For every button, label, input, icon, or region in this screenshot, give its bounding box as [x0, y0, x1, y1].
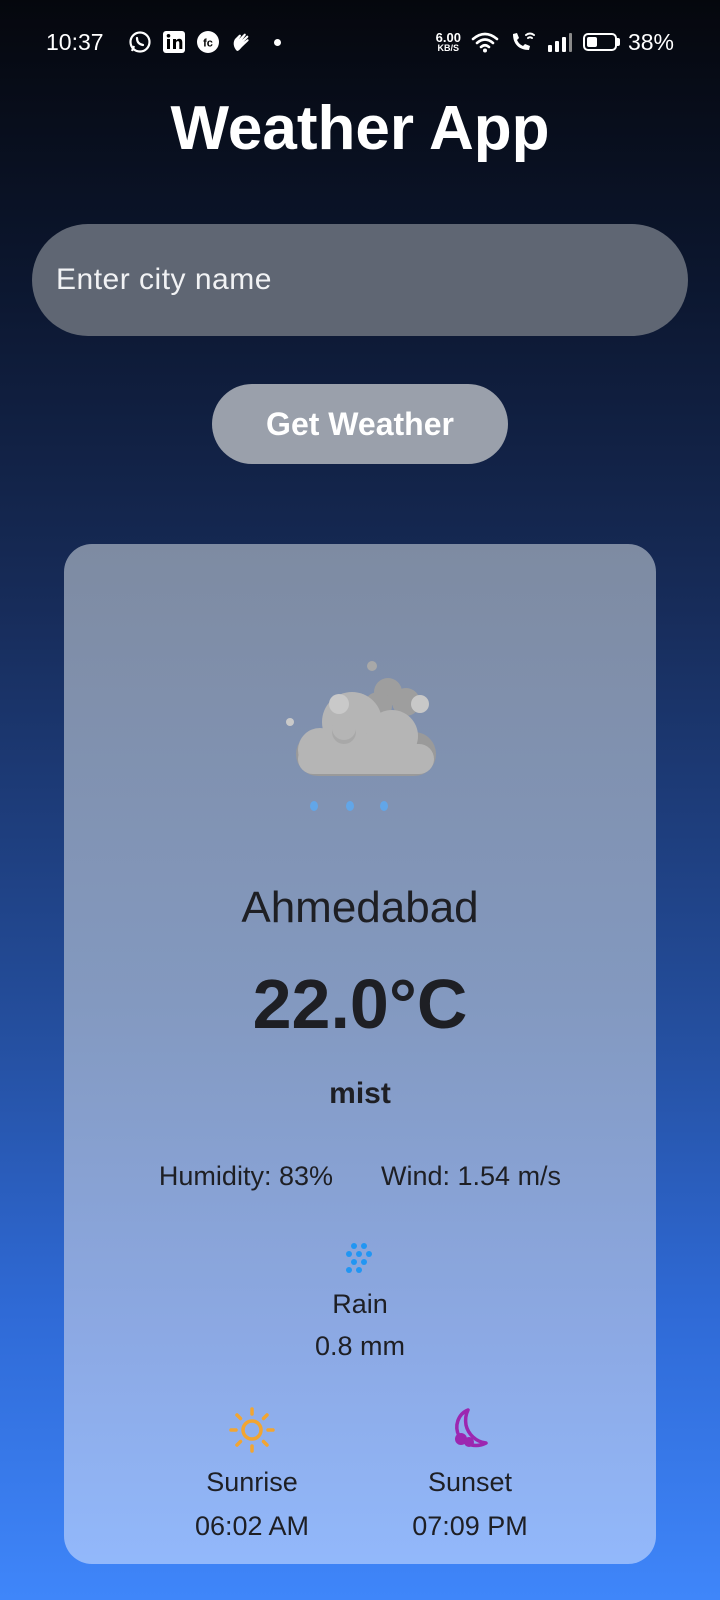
temperature: 22.0°C — [252, 965, 468, 1043]
sunrise-label: Sunrise — [206, 1467, 298, 1497]
status-right: 6.00 KB/S 38% — [436, 29, 674, 56]
svg-text:fc: fc — [203, 38, 213, 50]
net-speed-unit: KB/S — [437, 43, 460, 53]
page-title: Weather App — [170, 94, 550, 163]
city-name: Ahmedabad — [241, 883, 479, 932]
rain-drops-icon — [346, 1243, 372, 1273]
notification-dot — [273, 38, 281, 46]
wifi-calling-icon — [509, 30, 537, 54]
rain-block: Rain 0.8 mm — [64, 1240, 656, 1364]
details-row: Humidity: 83% Wind: 1.54 m/s — [64, 1158, 656, 1194]
sun-icon — [229, 1407, 275, 1453]
battery-icon — [582, 33, 620, 51]
hand-wave-icon — [230, 30, 254, 54]
wifi-icon — [471, 31, 499, 53]
humidity: Humidity: 83% — [158, 1161, 333, 1191]
weather-description: mist — [329, 1077, 391, 1110]
signal-icon — [547, 31, 573, 53]
battery-tip — [616, 38, 620, 46]
linkedin-icon — [162, 30, 186, 54]
battery-percent: 38% — [627, 28, 674, 55]
mist-cloud-icon — [286, 661, 436, 811]
net-speed: 6.00 KB/S — [436, 31, 461, 53]
sunset-time: 07:09 PM — [412, 1511, 528, 1541]
status-bar: 10:37 fc 6.00 KB/S 38% — [0, 0, 720, 84]
sunrise-item: Sunrise 06:02 AM — [142, 1406, 362, 1544]
battery-body — [582, 33, 617, 51]
sunset-item: Sunset 07:09 PM — [360, 1406, 580, 1544]
sunset-label: Sunset — [427, 1467, 513, 1497]
wind: Wind: 1.54 m/s — [381, 1161, 562, 1191]
fc-icon: fc — [196, 30, 220, 54]
sunrise-time: 06:02 AM — [194, 1511, 310, 1541]
status-time: 10:37 — [46, 28, 104, 55]
get-weather-button[interactable]: Get Weather — [212, 384, 508, 464]
rain-value: 0.8 mm — [314, 1331, 406, 1361]
city-search-input[interactable] — [32, 224, 688, 336]
status-left: 10:37 fc — [46, 29, 281, 56]
battery-fill — [586, 37, 597, 47]
rain-label: Rain — [332, 1289, 388, 1319]
moon-icon — [455, 1408, 488, 1448]
weather-card: Ahmedabad 22.0°C mist Humidity: 83% Wind… — [64, 544, 656, 1564]
whatsapp-icon — [128, 30, 152, 54]
